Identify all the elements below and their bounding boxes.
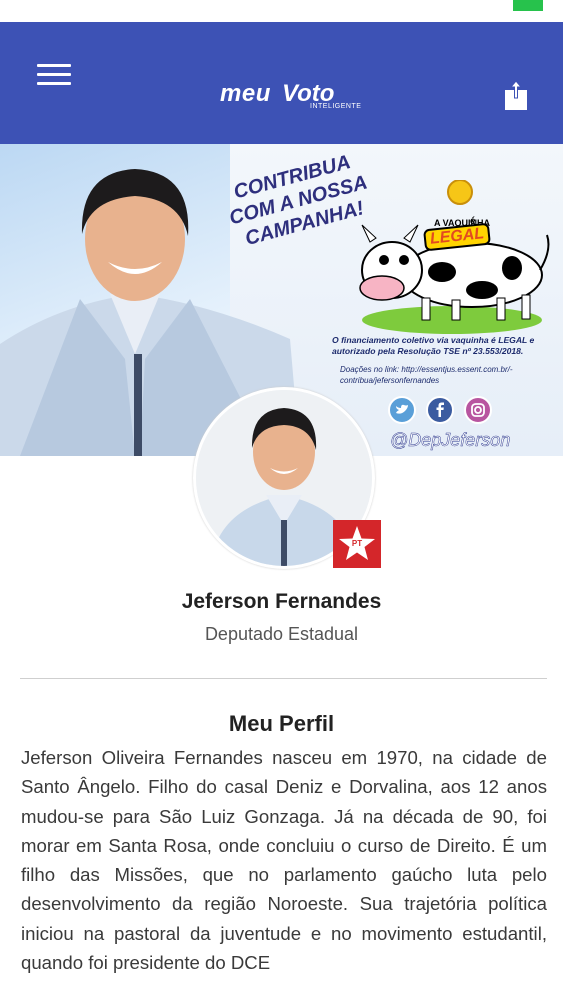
vaquinha-illustration — [359, 180, 550, 334]
twitter-icon[interactable] — [388, 396, 416, 424]
candidate-name: Jeferson Fernandes — [181, 590, 382, 613]
party-label: PT — [351, 539, 363, 548]
section-title: Meu Perfil — [228, 711, 335, 736]
share-icon[interactable] — [503, 80, 529, 112]
social-handle: @DepJeferson — [390, 430, 511, 451]
donation-link-text: Doações no link: http://essentjus.essent… — [340, 365, 513, 385]
instagram-icon[interactable] — [464, 396, 492, 424]
battery-icon — [513, 0, 543, 11]
app-logo: meu Voto INTELIGENTE — [218, 76, 362, 116]
hamburger-icon[interactable] — [37, 64, 71, 86]
status-bar — [0, 0, 563, 22]
party-badge: PT — [333, 520, 381, 568]
logo-subtitle: INTELIGENTE — [310, 103, 362, 110]
candidate-role: Deputado Estadual — [204, 624, 359, 644]
profile-bio: Jeferson Oliveira Fernandes nasceu em 19… — [21, 747, 547, 974]
financing-text: O financiamento coletivo via vaquinha é … — [332, 335, 535, 356]
logo-word-meu: meu — [220, 80, 271, 107]
facebook-icon[interactable] — [426, 396, 454, 424]
divider — [20, 678, 547, 679]
social-icons — [388, 396, 498, 426]
